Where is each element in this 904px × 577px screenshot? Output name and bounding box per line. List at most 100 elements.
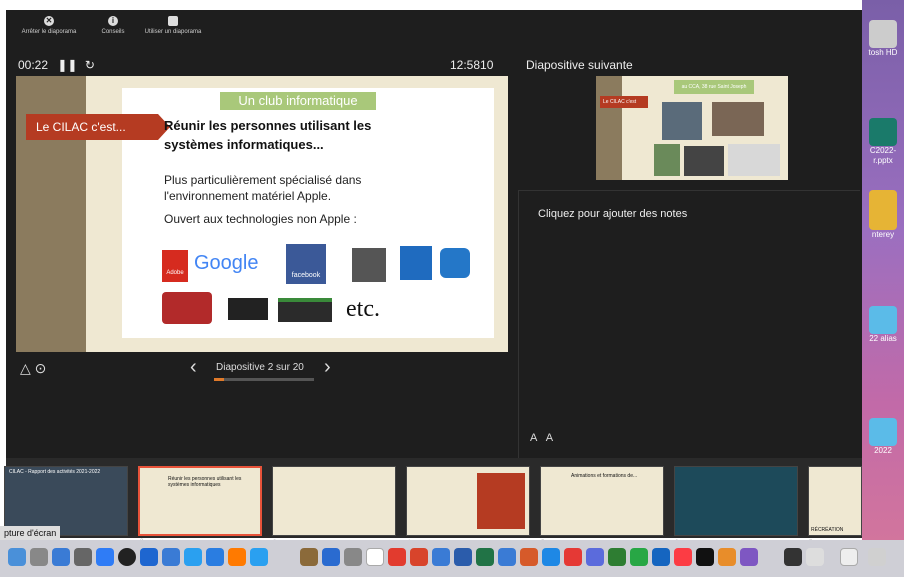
font-size-controls: A A	[530, 432, 553, 444]
slide-paragraph-2: Ouvert aux technologies non Apple :	[164, 212, 357, 226]
slide-thumbnail[interactable]: RÉCRÉATION 7	[808, 466, 862, 546]
slide-progress	[214, 378, 314, 381]
finder-icon[interactable]	[8, 548, 26, 566]
terminal-icon[interactable]	[784, 548, 802, 566]
numbers-icon[interactable]	[542, 548, 560, 566]
slide-thumbnail[interactable]: 6	[674, 466, 798, 546]
calendar-icon[interactable]	[206, 548, 224, 566]
trash-icon[interactable]	[868, 548, 886, 566]
powerpoint-icon[interactable]	[410, 548, 428, 566]
decrease-font-icon[interactable]: A	[530, 432, 537, 444]
reset-icon[interactable]: ↻	[85, 58, 95, 72]
books-icon[interactable]	[718, 548, 736, 566]
zoom-icon[interactable]	[322, 548, 340, 566]
thumbnail-label: Animations et formations de...	[571, 473, 638, 479]
slide-thumbnail[interactable]: 3	[272, 466, 396, 546]
music-icon[interactable]	[388, 548, 406, 566]
whatsapp-icon[interactable]	[630, 548, 648, 566]
tooltip: pture d'écran	[0, 526, 61, 540]
more-icon[interactable]: ⊙	[35, 360, 47, 376]
slide-counter: Diapositive 2 sur 20	[216, 362, 304, 373]
word-icon[interactable]	[454, 548, 472, 566]
app-icon	[352, 248, 386, 282]
next-slide-tag: Le CILAC c'est	[600, 96, 648, 108]
document-icon[interactable]	[806, 548, 824, 566]
launchpad-icon[interactable]	[30, 548, 48, 566]
slide-progress-fill	[214, 378, 224, 381]
chevron-right-icon: ›	[324, 356, 331, 378]
slide-thumbnail[interactable]: 4	[406, 466, 530, 546]
slide-navigator: CILAC - Rapport des activités 2021-2022 …	[4, 458, 862, 546]
mail-icon[interactable]	[184, 548, 202, 566]
excel-icon[interactable]	[476, 548, 494, 566]
next-slide-photo	[684, 146, 724, 176]
use-slideshow-button[interactable]: Utiliser un diaporama	[134, 16, 212, 35]
podcasts-icon[interactable]	[740, 548, 758, 566]
itunes-icon[interactable]	[674, 548, 692, 566]
notes-panel[interactable]	[518, 190, 860, 458]
notes-placeholder[interactable]: Cliquez pour ajouter des notes	[538, 208, 687, 220]
clock: 12:5810	[450, 58, 494, 72]
dock	[0, 540, 904, 577]
safari-icon[interactable]	[118, 548, 136, 566]
desktop-item-hd[interactable]: tosh HD	[862, 20, 904, 58]
preview-icon[interactable]	[432, 548, 450, 566]
current-slide: Un club informatique Le CILAC c'est... R…	[16, 76, 508, 352]
next-slide-photo	[654, 144, 680, 176]
facebook-logo: facebook	[286, 244, 326, 284]
presentation-file-icon	[869, 118, 897, 146]
apple-tv-icon[interactable]	[696, 548, 714, 566]
calendar-date-icon[interactable]	[366, 548, 384, 566]
teamviewer-icon	[440, 248, 470, 278]
stop-slideshow-button[interactable]: ✕ Arrêter le diaporama	[14, 16, 84, 35]
firefox-icon[interactable]	[228, 548, 246, 566]
camera-image	[162, 292, 212, 324]
google-logo: Google	[194, 252, 259, 274]
pages-icon[interactable]	[520, 548, 538, 566]
use-slideshow-label: Utiliser un diaporama	[144, 29, 202, 35]
increase-font-icon[interactable]: A	[546, 432, 553, 444]
pause-icon[interactable]: ❚❚	[57, 58, 77, 72]
next-slide-button[interactable]: ›	[324, 356, 331, 379]
next-slide-band	[596, 76, 622, 180]
mission-control-icon[interactable]	[52, 548, 70, 566]
triangle-icon[interactable]: △	[20, 360, 31, 376]
facetime-icon[interactable]	[608, 548, 626, 566]
desktop-item-2022[interactable]: 2022	[862, 418, 904, 456]
thumbnail-label: Réunir les personnes utilisant les systè…	[168, 476, 242, 488]
next-slide-preview: Le CILAC c'est au CCA, 38 rue Saint Jose…	[596, 76, 788, 180]
desktop-item-monterey[interactable]: nterey	[862, 190, 904, 240]
chrome-icon[interactable]	[162, 548, 180, 566]
news-icon[interactable]	[564, 548, 582, 566]
installer-icon	[869, 190, 897, 230]
desktop-item-alias[interactable]: 22 alias	[862, 306, 904, 344]
desktop-item-label: 22 alias	[869, 334, 897, 343]
desktop-item-pptx[interactable]: C2022-r.pptx	[862, 118, 904, 166]
info-icon: i	[108, 16, 118, 26]
slides-icon	[168, 16, 178, 26]
screenshot-icon[interactable]	[840, 548, 858, 566]
slide-tag: Le CILAC c'est...	[26, 114, 170, 140]
etc-text: etc.	[346, 296, 380, 322]
notes-icon[interactable]	[300, 548, 318, 566]
scanner-image	[228, 298, 268, 320]
photos-icon[interactable]	[140, 548, 158, 566]
app-store-icon[interactable]	[96, 548, 114, 566]
slide-paragraph-1: Plus particulièrement spécialisé dans l'…	[164, 173, 362, 203]
previous-slide-button[interactable]: ‹	[190, 356, 197, 379]
messages-icon[interactable]	[250, 548, 268, 566]
contacts-icon[interactable]	[344, 548, 362, 566]
slide-thumbnail[interactable]: Animations et formations de... 5	[540, 466, 664, 546]
tips-button[interactable]: i Conseils	[96, 16, 130, 35]
thumbnail-block	[477, 473, 525, 529]
keynote-icon[interactable]	[498, 548, 516, 566]
windows-icon	[400, 246, 432, 280]
system-preferences-icon[interactable]	[74, 548, 92, 566]
slide-thumbnail-active[interactable]: Réunir les personnes utilisant les systè…	[138, 466, 262, 545]
display-options: △ ⊙	[20, 360, 46, 377]
printer-image	[278, 298, 332, 322]
outlook-icon[interactable]	[652, 548, 670, 566]
teams-icon[interactable]	[586, 548, 604, 566]
elapsed-timer: 00:22 ❚❚ ↻	[18, 58, 95, 72]
adobe-logo: Adobe	[162, 250, 188, 282]
